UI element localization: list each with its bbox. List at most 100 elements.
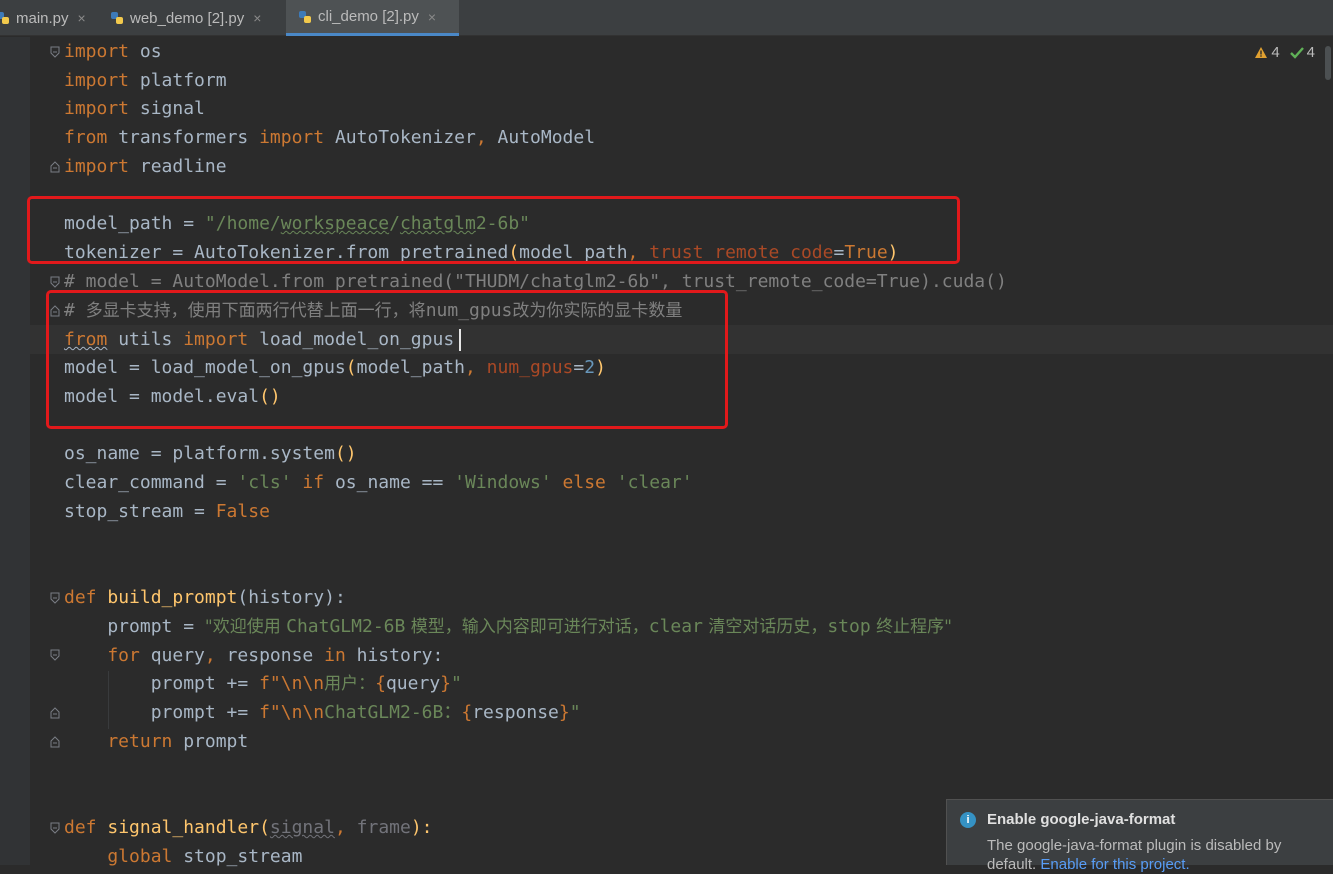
fold-icon[interactable] [49,649,61,661]
escape-sequence: \n\n [280,673,325,694]
code-text: signal [129,98,205,119]
code-line: import signal [64,94,205,123]
code-line: from transformers import AutoTokenizer, … [64,123,595,152]
escape-sequence: \n\n [280,702,325,723]
tab-web-demo[interactable]: web_demo [2].py × [104,0,284,36]
string: "欢迎使用 [204,617,287,637]
code-text: history: [345,645,444,666]
typos-count-label: 4 [1306,44,1315,61]
typos-count[interactable]: 4 [1289,44,1315,61]
punctuation: , [204,645,216,666]
code-text: AutoModel [486,127,596,148]
string: " [451,673,462,694]
keyword: def [64,587,97,608]
string: 'cls' [237,472,292,493]
annotation-box [27,196,960,264]
code-line: clear_command = 'cls' if os_name == 'Win… [64,468,693,497]
code-text: prompt += [64,702,260,723]
keyword: import [64,98,130,119]
brace: } [440,673,451,694]
fold-icon[interactable] [49,592,61,604]
string: 'clear' [616,472,693,493]
keyword: return [64,731,173,752]
code-line: os_name = platform.system() [64,439,357,468]
keyword: def [64,817,97,838]
scrollbar-thumb[interactable] [1325,46,1331,80]
code-text: prompt = [64,616,205,637]
code-text: (history): [237,587,346,608]
paren: ): [410,817,433,838]
warning-icon [1255,47,1268,58]
keyword: import [259,127,325,148]
comment: # model = AutoModel.from_pretrained("THU… [64,271,1007,292]
fold-icon[interactable] [49,736,61,748]
code-line: for query, response in history: [64,641,443,670]
punctuation: , [475,127,487,148]
keyword: from [64,127,108,148]
keyword: if [291,472,335,493]
code-line: import readline [64,152,227,181]
inspection-widget[interactable]: 4 4 [1254,44,1315,61]
code-text: query [385,673,441,694]
code-text: os [129,41,162,62]
close-icon[interactable]: × [78,10,86,26]
keyword: else [551,472,617,493]
python-file-icon [0,11,10,25]
fold-icon[interactable] [49,822,61,834]
fold-icon[interactable] [49,276,61,288]
code-line: def build_prompt(history): [64,583,346,612]
fold-icon[interactable] [49,161,61,173]
string-prefix: f" [259,702,281,723]
editor-tab-bar: main.py × web_demo [2].py × cli_demo [2]… [0,0,1333,36]
warnings-count[interactable]: 4 [1254,44,1280,61]
code-line: import platform [64,66,227,95]
python-file-icon [298,10,312,24]
keyword: import [64,70,130,91]
code-text: stop_stream = [64,501,216,522]
keyword: False [215,501,270,522]
brace: { [375,673,386,694]
fold-icon[interactable] [49,46,61,58]
code-text: response [215,645,325,666]
paren: () [334,443,357,464]
keyword: import [64,41,130,62]
tab-cli-demo[interactable]: cli_demo [2].py × [286,0,459,36]
code-text: prompt += [64,673,260,694]
code-text: platform [129,70,227,91]
brace: { [461,702,473,723]
tab-main-py[interactable]: main.py × [0,0,94,36]
keyword: global [64,846,173,867]
unused-parameter: signal [269,817,335,838]
string: ChatGLM2-6B [286,616,406,637]
code-text: query [139,645,205,666]
string: 终止程序" [870,617,952,637]
notification-body: The google-java-format plugin is disable… [987,836,1327,874]
code-line: return prompt [64,727,248,756]
code-line: prompt = "欢迎使用 ChatGLM2-6B 模型，输入内容即可进行对话… [64,612,952,641]
string: clear [648,616,703,637]
function-name: build_prompt [96,587,238,608]
string-prefix: f" [259,673,281,694]
python-file-icon [110,11,124,25]
check-icon [1289,47,1304,59]
tab-label: main.py [16,9,69,27]
string: 模型，输入内容即可进行对话， [405,617,649,637]
function-name: signal_handler [96,817,260,838]
notification-title: Enable google-java-format [987,811,1176,828]
code-line: prompt += f"\n\n用户：{query}" [64,669,462,698]
string: 用户： [324,674,376,694]
keyword: import [64,156,130,177]
line-number-gutter [0,37,30,865]
paren: ( [259,817,270,838]
punctuation: , [334,817,357,838]
fold-icon[interactable] [49,707,61,719]
code-text: stop_stream [172,846,303,867]
close-icon[interactable]: × [253,10,261,26]
notification-balloon[interactable]: i Enable google-java-format The google-j… [946,799,1333,873]
code-editor[interactable]: import os import platform import signal … [0,37,1333,867]
code-text: os_name = platform.system [64,443,335,464]
code-text: clear_command = [64,472,238,493]
code-text: readline [129,156,227,177]
close-icon[interactable]: × [428,9,436,25]
string: 'Windows' [454,472,552,493]
